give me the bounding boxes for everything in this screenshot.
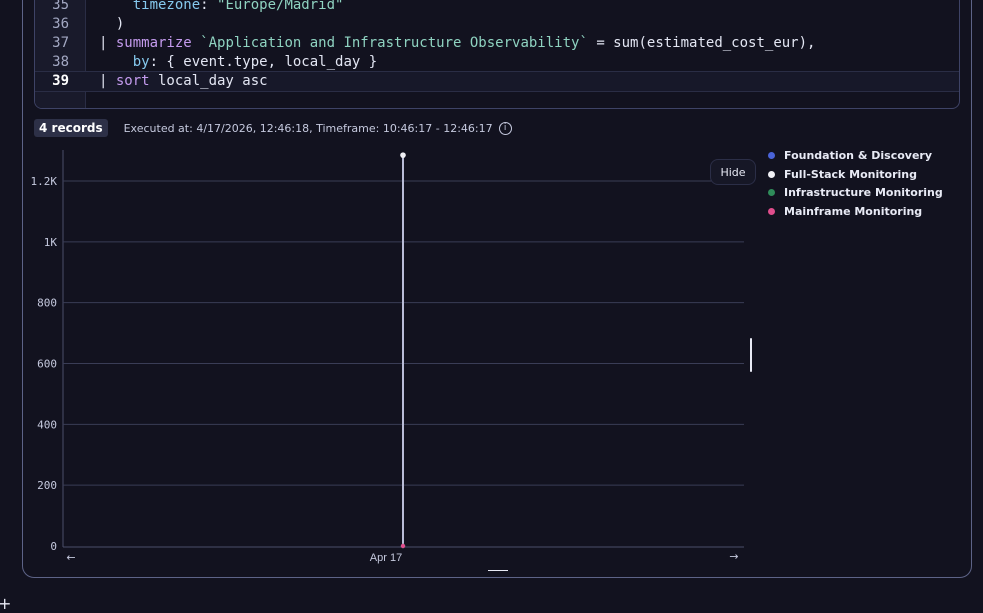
y-tick-label: 0 bbox=[50, 540, 57, 553]
legend-label: Mainframe Monitoring bbox=[784, 204, 923, 218]
panel-resize-handle[interactable] bbox=[488, 570, 508, 571]
legend-item[interactable]: Foundation & Discovery bbox=[768, 146, 943, 165]
legend-label: Foundation & Discovery bbox=[784, 148, 933, 162]
data-point bbox=[400, 543, 406, 549]
data-point bbox=[400, 152, 406, 158]
chevron-left-icon[interactable]: ← bbox=[66, 551, 75, 564]
chart-legend: Foundation & Discovery Full-Stack Monitor… bbox=[768, 146, 943, 221]
y-tick-label: 800 bbox=[37, 297, 57, 310]
legend-item[interactable]: Mainframe Monitoring bbox=[768, 202, 943, 221]
crosshair-cursor-icon: + bbox=[0, 594, 12, 613]
y-tick-label: 1K bbox=[44, 236, 58, 249]
legend-label: Infrastructure Monitoring bbox=[784, 186, 943, 200]
hide-legend-button[interactable]: Hide bbox=[710, 159, 756, 185]
legend-swatch bbox=[768, 189, 775, 197]
legend-item[interactable]: Infrastructure Monitoring bbox=[768, 183, 943, 202]
legend-scrollbar[interactable] bbox=[750, 338, 752, 372]
line-chart: 0 200 400 600 800 1K 1.2K Apr 17 ← → bbox=[31, 150, 744, 564]
legend-swatch bbox=[768, 151, 775, 159]
y-tick-label: 200 bbox=[37, 479, 57, 492]
legend-swatch bbox=[768, 207, 775, 215]
chevron-right-icon[interactable]: → bbox=[729, 550, 738, 563]
legend-label: Full-Stack Monitoring bbox=[784, 167, 917, 181]
x-tick-label: Apr 17 bbox=[370, 552, 402, 564]
legend-swatch bbox=[768, 170, 775, 178]
y-tick-label: 600 bbox=[37, 358, 57, 371]
legend-item[interactable]: Full-Stack Monitoring bbox=[768, 165, 943, 184]
y-tick-label: 400 bbox=[37, 418, 57, 431]
y-tick-label: 1.2K bbox=[31, 175, 58, 188]
